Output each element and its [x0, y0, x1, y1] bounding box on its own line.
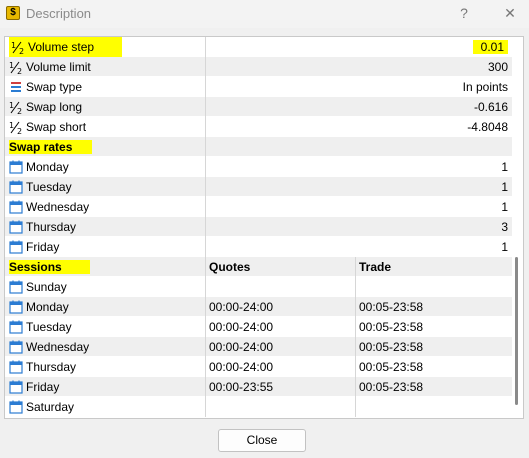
session-quotes: 00:00-24:00 — [206, 297, 356, 317]
calendar-icon — [9, 200, 23, 214]
property-value: 0.01 — [472, 40, 508, 54]
svg-text:2: 2 — [17, 107, 22, 114]
day-label: Wednesday — [26, 340, 90, 354]
help-button[interactable]: ? — [452, 3, 476, 25]
day-label: Saturday — [26, 400, 75, 414]
half-fraction-icon: 12 — [11, 40, 25, 54]
session-trade: 00:05-23:58 — [359, 360, 424, 374]
vertical-scrollbar[interactable] — [512, 37, 523, 418]
column-header-quotes[interactable]: Quotes — [206, 257, 356, 277]
table-row-swap-type[interactable]: Swap type In points — [5, 77, 512, 97]
day-label: Wednesday — [26, 200, 90, 214]
session-quotes: 00:00-24:00 — [206, 337, 356, 357]
property-value: In points — [462, 80, 508, 94]
session-quotes — [206, 277, 356, 297]
session-quotes — [206, 397, 356, 417]
calendar-icon — [9, 280, 23, 294]
swap-rate-row[interactable]: Wednesday 1 — [5, 197, 512, 217]
session-trade: 00:05-23:58 — [359, 380, 424, 394]
section-title: Sessions — [9, 260, 90, 274]
property-name: Volume step — [28, 40, 95, 54]
table-row-swap-long[interactable]: 1 2 Swap long -0.616 — [5, 97, 512, 117]
calendar-icon — [9, 300, 23, 314]
session-quotes: 00:00-23:55 — [206, 377, 356, 397]
scrollbar-thumb[interactable] — [515, 257, 518, 405]
close-button[interactable]: Close — [218, 429, 306, 452]
day-label: Thursday — [26, 220, 77, 234]
swap-rate-value: 3 — [501, 220, 508, 234]
svg-text:1: 1 — [11, 41, 16, 50]
day-label: Tuesday — [26, 180, 72, 194]
svg-text:1: 1 — [9, 61, 14, 70]
calendar-icon — [9, 380, 23, 394]
half-fraction-icon: 12 — [9, 120, 23, 134]
session-trade: 00:05-23:58 — [359, 300, 424, 314]
svg-text:1: 1 — [9, 121, 14, 130]
svg-text:2: 2 — [17, 67, 22, 74]
property-value: 300 — [487, 60, 508, 74]
calendar-icon — [9, 340, 23, 354]
property-value: -0.616 — [473, 100, 508, 114]
day-label: Sunday — [26, 280, 67, 294]
swap-rate-row[interactable]: Tuesday 1 — [5, 177, 512, 197]
session-trade: 00:05-23:58 — [359, 320, 424, 334]
half-fraction-icon: 12 — [9, 100, 23, 114]
session-row[interactable]: Thursday 00:00-24:00 00:05-23:58 — [5, 357, 512, 377]
calendar-icon — [9, 240, 23, 254]
column-header-trade[interactable]: Trade — [356, 257, 512, 277]
swap-rate-row[interactable]: Monday 1 — [5, 157, 512, 177]
session-trade — [356, 397, 512, 417]
swap-rate-value: 1 — [501, 160, 508, 174]
window-title: Description — [26, 6, 92, 21]
swap-rate-value: 1 — [501, 240, 508, 254]
session-row[interactable]: Sunday — [5, 277, 512, 297]
swap-rate-value: 1 — [501, 200, 508, 214]
sessions-header: Sessions Quotes Trade — [5, 257, 512, 277]
property-name: Volume limit — [26, 60, 91, 74]
table-row-swap-short[interactable]: 1 2 Swap short -4.8048 — [5, 117, 512, 137]
window-close-button[interactable]: ✕ — [498, 3, 522, 25]
title-bar: $ Description ? ✕ — [0, 0, 529, 28]
day-label: Friday — [26, 380, 60, 394]
day-label: Friday — [26, 240, 60, 254]
property-value: -4.8048 — [467, 120, 508, 134]
property-name: Swap short — [26, 120, 87, 134]
table-row-volume-step[interactable]: 1 2 Volume step 0.01 — [5, 37, 512, 57]
section-title: Swap rates — [9, 140, 93, 154]
session-trade: 00:05-23:58 — [359, 340, 424, 354]
session-row[interactable]: Tuesday 00:00-24:00 00:05-23:58 — [5, 317, 512, 337]
list-icon — [9, 80, 23, 94]
swap-rate-row[interactable]: Thursday 3 — [5, 217, 512, 237]
property-name: Swap long — [26, 100, 83, 114]
calendar-icon — [9, 360, 23, 374]
description-table[interactable]: 1 2 Volume step 0.01 1 2 Volume limit 300 Sw… — [4, 36, 524, 419]
day-label: Tuesday — [26, 320, 72, 334]
day-label: Monday — [26, 160, 69, 174]
calendar-icon — [9, 160, 23, 174]
calendar-icon — [9, 180, 23, 194]
session-quotes: 00:00-24:00 — [206, 357, 356, 377]
session-row[interactable]: Wednesday 00:00-24:00 00:05-23:58 — [5, 337, 512, 357]
app-icon: $ — [6, 6, 20, 20]
session-row[interactable]: Monday 00:00-24:00 00:05-23:58 — [5, 297, 512, 317]
session-quotes: 00:00-24:00 — [206, 317, 356, 337]
calendar-icon — [9, 400, 23, 414]
property-name: Swap type — [26, 80, 83, 94]
calendar-icon — [9, 220, 23, 234]
swap-rates-header: Swap rates — [5, 137, 512, 157]
svg-text:1: 1 — [9, 101, 14, 110]
session-trade — [356, 277, 512, 297]
swap-rate-row[interactable]: Friday 1 — [5, 237, 512, 257]
table-row-volume-limit[interactable]: 1 2 Volume limit 300 — [5, 57, 512, 77]
half-fraction-icon: 12 — [9, 60, 23, 74]
session-row[interactable]: Saturday — [5, 397, 512, 417]
day-label: Monday — [26, 300, 69, 314]
day-label: Thursday — [26, 360, 77, 374]
session-row[interactable]: Friday 00:00-23:55 00:05-23:58 — [5, 377, 512, 397]
swap-rate-value: 1 — [501, 180, 508, 194]
calendar-icon — [9, 320, 23, 334]
svg-text:2: 2 — [17, 127, 22, 134]
svg-text:2: 2 — [19, 47, 24, 54]
